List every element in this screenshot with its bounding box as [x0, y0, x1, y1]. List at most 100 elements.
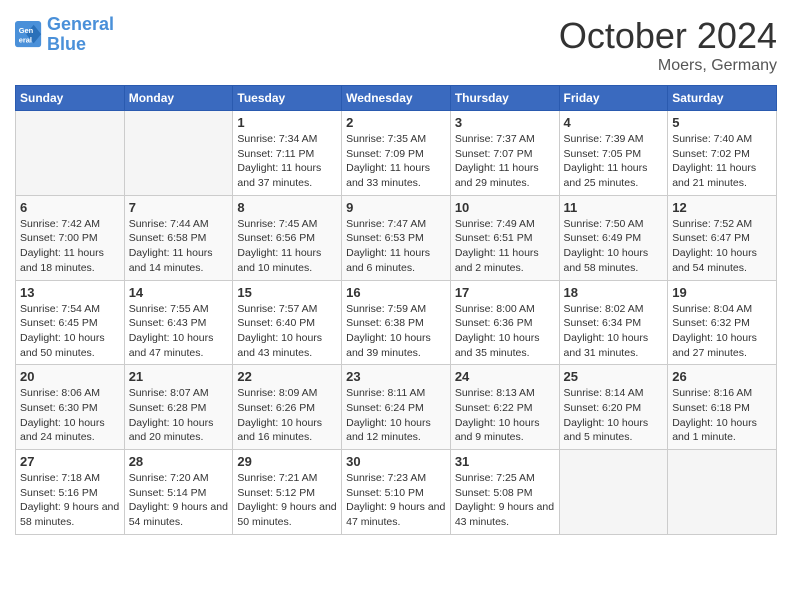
day-cell: 23 Sunrise: 8:11 AMSunset: 6:24 PMDayligh… [342, 365, 451, 450]
day-cell: 4Sunrise: 7:39 AMSunset: 7:05 PMDaylight… [559, 111, 668, 196]
day-info: Sunrise: 7:44 AMSunset: 6:58 PMDaylight:… [129, 217, 229, 276]
weekday-header-friday: Friday [559, 86, 668, 111]
week-row-1: 1 Sunrise: 7:34 AMSunset: 7:11 PMDaylight… [16, 111, 777, 196]
day-cell: 3 Sunrise: 7:37 AMSunset: 7:07 PMDaylight… [450, 111, 559, 196]
day-number: 13 [20, 285, 120, 300]
day-cell: 13 Sunrise: 7:54 AMSunset: 6:45 PMDayligh… [16, 280, 125, 365]
day-info: Sunrise: 8:11 AMSunset: 6:24 PMDaylight:… [346, 386, 446, 445]
weekday-header-tuesday: Tuesday [233, 86, 342, 111]
day-number: 10 [455, 200, 555, 215]
day-cell: 6Sunrise: 7:42 AMSunset: 7:00 PMDaylight… [16, 195, 125, 280]
day-number: 17 [455, 285, 555, 300]
week-row-2: 6Sunrise: 7:42 AMSunset: 7:00 PMDaylight… [16, 195, 777, 280]
day-cell: 17 Sunrise: 8:00 AMSunset: 6:36 PMDayligh… [450, 280, 559, 365]
day-info: Sunrise: 7:18 AMSunset: 5:16 PMDaylight:… [20, 471, 120, 530]
day-cell: 21 Sunrise: 8:07 AMSunset: 6:28 PMDayligh… [124, 365, 233, 450]
day-number: 22 [237, 369, 337, 384]
calendar-table: SundayMondayTuesdayWednesdayThursdayFrid… [15, 85, 777, 535]
day-cell [559, 450, 668, 535]
day-number: 12 [672, 200, 772, 215]
day-number: 2 [346, 115, 446, 130]
day-cell: 30 Sunrise: 7:23 AMSunset: 5:10 PMDayligh… [342, 450, 451, 535]
day-info: Sunrise: 7:52 AMSunset: 6:47 PMDaylight:… [672, 217, 772, 276]
weekday-header-saturday: Saturday [668, 86, 777, 111]
weekday-header-sunday: Sunday [16, 86, 125, 111]
day-cell: 31 Sunrise: 7:25 AMSunset: 5:08 PMDayligh… [450, 450, 559, 535]
day-info: Sunrise: 8:00 AMSunset: 6:36 PMDaylight:… [455, 302, 555, 361]
day-cell: 27 Sunrise: 7:18 AMSunset: 5:16 PMDayligh… [16, 450, 125, 535]
svg-text:eral: eral [19, 35, 32, 44]
day-number: 19 [672, 285, 772, 300]
day-info: Sunrise: 7:20 AMSunset: 5:14 PMDaylight:… [129, 471, 229, 530]
day-number: 5 [672, 115, 772, 130]
day-number: 20 [20, 369, 120, 384]
day-cell: 28 Sunrise: 7:20 AMSunset: 5:14 PMDayligh… [124, 450, 233, 535]
day-info: Sunrise: 8:07 AMSunset: 6:28 PMDaylight:… [129, 386, 229, 445]
day-number: 1 [237, 115, 337, 130]
day-info: Sunrise: 7:35 AMSunset: 7:09 PMDaylight:… [346, 132, 446, 191]
day-info: Sunrise: 7:25 AMSunset: 5:08 PMDaylight:… [455, 471, 555, 530]
day-info: Sunrise: 7:37 AMSunset: 7:07 PMDaylight:… [455, 132, 555, 191]
day-number: 25 [564, 369, 664, 384]
day-info: Sunrise: 7:42 AMSunset: 7:00 PMDaylight:… [20, 217, 120, 276]
day-cell: 24 Sunrise: 8:13 AMSunset: 6:22 PMDayligh… [450, 365, 559, 450]
day-number: 16 [346, 285, 446, 300]
day-cell: 25 Sunrise: 8:14 AMSunset: 6:20 PMDayligh… [559, 365, 668, 450]
logo-text: General Blue [47, 15, 114, 55]
day-info: Sunrise: 8:09 AMSunset: 6:26 PMDaylight:… [237, 386, 337, 445]
day-info: Sunrise: 7:47 AMSunset: 6:53 PMDaylight:… [346, 217, 446, 276]
day-cell: 29 Sunrise: 7:21 AMSunset: 5:12 PMDayligh… [233, 450, 342, 535]
day-info: Sunrise: 8:14 AMSunset: 6:20 PMDaylight:… [564, 386, 664, 445]
day-info: Sunrise: 8:04 AMSunset: 6:32 PMDaylight:… [672, 302, 772, 361]
day-cell [124, 111, 233, 196]
day-info: Sunrise: 7:21 AMSunset: 5:12 PMDaylight:… [237, 471, 337, 530]
logo: Gen eral General Blue [15, 15, 114, 55]
day-cell: 20Sunrise: 8:06 AMSunset: 6:30 PMDayligh… [16, 365, 125, 450]
day-number: 29 [237, 454, 337, 469]
day-info: Sunrise: 7:57 AMSunset: 6:40 PMDaylight:… [237, 302, 337, 361]
day-cell: 9 Sunrise: 7:47 AMSunset: 6:53 PMDaylight… [342, 195, 451, 280]
day-number: 14 [129, 285, 229, 300]
title-block: October 2024 Moers, Germany [559, 15, 777, 75]
weekday-header-wednesday: Wednesday [342, 86, 451, 111]
day-number: 28 [129, 454, 229, 469]
day-cell: 8Sunrise: 7:45 AMSunset: 6:56 PMDaylight… [233, 195, 342, 280]
day-cell: 14Sunrise: 7:55 AMSunset: 6:43 PMDayligh… [124, 280, 233, 365]
day-number: 31 [455, 454, 555, 469]
month-title: October 2024 [559, 15, 777, 57]
day-cell: 19 Sunrise: 8:04 AMSunset: 6:32 PMDayligh… [668, 280, 777, 365]
day-number: 3 [455, 115, 555, 130]
day-info: Sunrise: 7:23 AMSunset: 5:10 PMDaylight:… [346, 471, 446, 530]
day-number: 9 [346, 200, 446, 215]
day-number: 18 [564, 285, 664, 300]
day-number: 30 [346, 454, 446, 469]
day-info: Sunrise: 7:50 AMSunset: 6:49 PMDaylight:… [564, 217, 664, 276]
day-cell: 2 Sunrise: 7:35 AMSunset: 7:09 PMDaylight… [342, 111, 451, 196]
day-number: 24 [455, 369, 555, 384]
day-cell: 5Sunrise: 7:40 AMSunset: 7:02 PMDaylight… [668, 111, 777, 196]
day-info: Sunrise: 7:54 AMSunset: 6:45 PMDaylight:… [20, 302, 120, 361]
day-info: Sunrise: 8:13 AMSunset: 6:22 PMDaylight:… [455, 386, 555, 445]
logo-icon: Gen eral [15, 21, 43, 49]
day-number: 27 [20, 454, 120, 469]
day-info: Sunrise: 7:39 AMSunset: 7:05 PMDaylight:… [564, 132, 664, 191]
day-number: 8 [237, 200, 337, 215]
day-cell [16, 111, 125, 196]
day-cell: 12 Sunrise: 7:52 AMSunset: 6:47 PMDayligh… [668, 195, 777, 280]
day-info: Sunrise: 7:59 AMSunset: 6:38 PMDaylight:… [346, 302, 446, 361]
svg-text:Gen: Gen [19, 26, 34, 35]
day-number: 15 [237, 285, 337, 300]
day-number: 7 [129, 200, 229, 215]
day-number: 26 [672, 369, 772, 384]
week-row-4: 20Sunrise: 8:06 AMSunset: 6:30 PMDayligh… [16, 365, 777, 450]
weekday-header-thursday: Thursday [450, 86, 559, 111]
day-info: Sunrise: 7:34 AMSunset: 7:11 PMDaylight:… [237, 132, 337, 191]
day-number: 23 [346, 369, 446, 384]
day-cell: 1 Sunrise: 7:34 AMSunset: 7:11 PMDaylight… [233, 111, 342, 196]
day-number: 21 [129, 369, 229, 384]
day-cell: 16 Sunrise: 7:59 AMSunset: 6:38 PMDayligh… [342, 280, 451, 365]
week-row-5: 27 Sunrise: 7:18 AMSunset: 5:16 PMDayligh… [16, 450, 777, 535]
day-number: 11 [564, 200, 664, 215]
day-cell: 26 Sunrise: 8:16 AMSunset: 6:18 PMDayligh… [668, 365, 777, 450]
day-info: Sunrise: 8:16 AMSunset: 6:18 PMDaylight:… [672, 386, 772, 445]
